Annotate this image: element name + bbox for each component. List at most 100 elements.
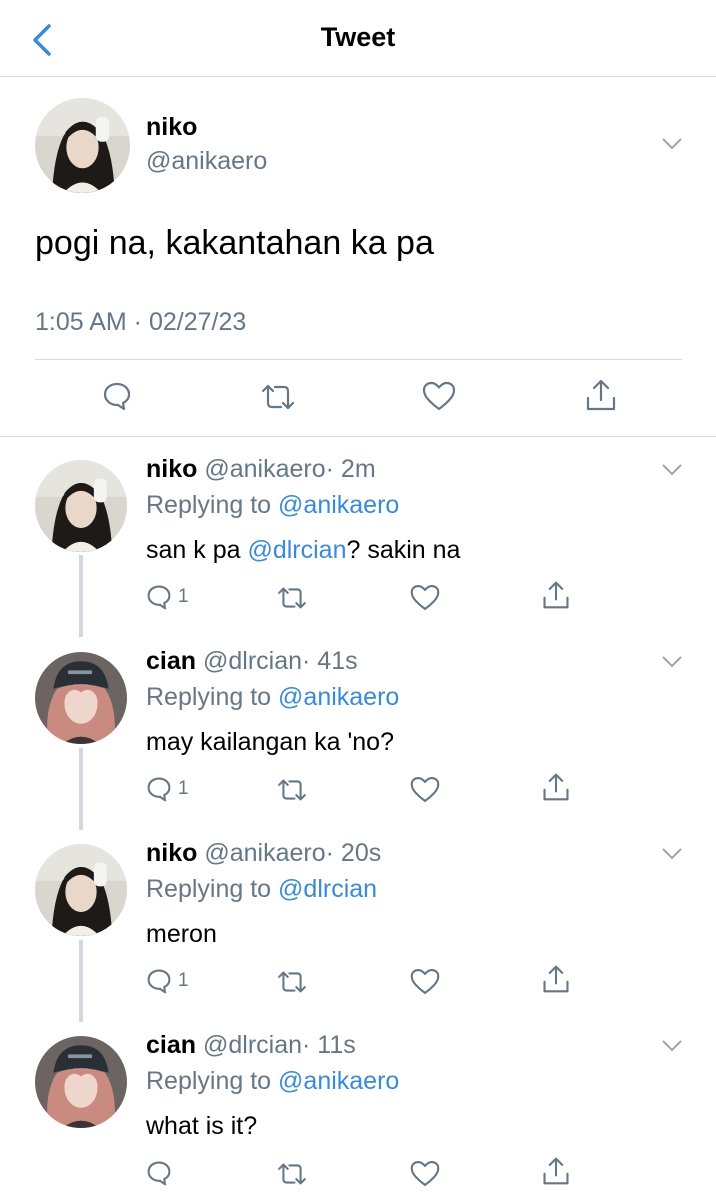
chevron-down-icon: [662, 848, 682, 860]
share-icon: [543, 581, 569, 609]
chevron-down-icon: [662, 1040, 682, 1052]
comment-icon: [147, 969, 171, 994]
reply-header: cian @dlrcian· 11s: [146, 1031, 356, 1060]
chevron-down-icon: [662, 464, 682, 476]
thread-line: [79, 748, 83, 830]
retweet-button[interactable]: [259, 383, 297, 411]
share-icon: [543, 773, 569, 801]
more-options-button[interactable]: [657, 134, 687, 154]
heart-icon: [410, 584, 440, 611]
more-options-button[interactable]: [657, 652, 687, 672]
reply-button[interactable]: [102, 381, 132, 411]
reply-header: niko @anikaero· 2m: [146, 455, 376, 484]
retweet-icon: [261, 384, 295, 410]
comment-icon: [147, 585, 171, 610]
reply-time: · 11s: [302, 1031, 356, 1059]
reply-header: cian @dlrcian· 41s: [146, 647, 358, 676]
comment-icon: [147, 777, 171, 802]
avatar[interactable]: [35, 844, 127, 936]
retweet-icon: [278, 971, 306, 993]
like-button[interactable]: [422, 381, 456, 411]
chevron-down-icon: [662, 656, 682, 668]
reply-time: · 20s: [325, 839, 382, 867]
retweet-button[interactable]: [275, 778, 309, 802]
share-button[interactable]: [541, 1156, 571, 1186]
reply-text: meron: [146, 920, 217, 948]
tweet-timestamp[interactable]: 1:05 AM · 02/27/23: [35, 308, 246, 337]
author-name[interactable]: niko: [146, 113, 197, 142]
divider: [35, 359, 682, 360]
avatar[interactable]: [35, 98, 130, 193]
avatar[interactable]: [35, 1036, 127, 1128]
replying-to-label: Replying to: [146, 875, 272, 903]
retweet-icon: [278, 587, 306, 609]
page-title: Tweet: [320, 22, 396, 52]
like-button[interactable]: [410, 968, 440, 995]
reply-button[interactable]: 1: [146, 584, 189, 610]
thread-line: [79, 940, 83, 1022]
author-name[interactable]: niko: [146, 455, 197, 483]
reply-button[interactable]: 1: [146, 968, 189, 994]
reply-text: may kailangan ka 'no?: [146, 728, 394, 756]
heart-icon: [410, 776, 440, 803]
reply-header: niko @anikaero· 20s: [146, 839, 381, 868]
replying-to-link[interactable]: @dlrcian: [278, 875, 377, 903]
comment-icon: [147, 1161, 171, 1186]
replying-to: Replying to @anikaero: [146, 683, 399, 712]
replying-to: Replying to @anikaero: [146, 491, 399, 520]
comment-icon: [103, 382, 131, 411]
author-handle[interactable]: @anikaero: [204, 839, 325, 867]
tweet-text: pogi na, kakantahan ka pa: [35, 224, 434, 262]
reply-count: 1: [178, 970, 189, 991]
avatar[interactable]: [35, 460, 127, 552]
mention-link[interactable]: @dlrcian: [247, 536, 346, 564]
replying-to: Replying to @anikaero: [146, 1067, 399, 1096]
replying-to-label: Replying to: [146, 491, 272, 519]
replying-to-label: Replying to: [146, 683, 272, 711]
retweet-button[interactable]: [275, 1162, 309, 1186]
like-button[interactable]: [410, 584, 440, 611]
more-options-button[interactable]: [657, 460, 687, 480]
reply-count: 1: [178, 778, 189, 799]
more-options-button[interactable]: [657, 844, 687, 864]
replying-to: Replying to @dlrcian: [146, 875, 377, 904]
retweet-button[interactable]: [275, 970, 309, 994]
share-button[interactable]: [541, 964, 571, 994]
share-button[interactable]: [541, 580, 571, 610]
share-button[interactable]: [541, 772, 571, 802]
reply-time: · 2m: [325, 455, 376, 483]
share-icon: [543, 965, 569, 993]
replying-to-link[interactable]: @anikaero: [278, 683, 399, 711]
app-header: Tweet: [0, 0, 716, 77]
author-handle[interactable]: @dlrcian: [203, 1031, 302, 1059]
share-icon: [586, 379, 616, 411]
reply-time: · 41s: [302, 647, 358, 675]
author-handle[interactable]: @anikaero: [204, 455, 325, 483]
replying-to-link[interactable]: @anikaero: [278, 1067, 399, 1095]
reply-text-before: san k pa: [146, 536, 241, 564]
retweet-button[interactable]: [275, 586, 309, 610]
author-name[interactable]: niko: [146, 839, 197, 867]
chevron-down-icon: [662, 138, 682, 150]
reply-button[interactable]: 1: [146, 776, 189, 802]
thread-line: [79, 555, 83, 637]
share-button[interactable]: [584, 378, 618, 412]
avatar[interactable]: [35, 652, 127, 744]
like-button[interactable]: [410, 1160, 440, 1187]
retweet-icon: [278, 779, 306, 801]
retweet-icon: [278, 1163, 306, 1185]
reply-button[interactable]: [146, 1160, 178, 1186]
heart-icon: [422, 381, 456, 411]
author-handle[interactable]: @anikaero: [146, 147, 267, 176]
replying-to-label: Replying to: [146, 1067, 272, 1095]
reply-count: 1: [178, 586, 189, 607]
more-options-button[interactable]: [657, 1036, 687, 1056]
replying-to-link[interactable]: @anikaero: [278, 491, 399, 519]
author-name[interactable]: cian: [146, 1031, 196, 1059]
like-button[interactable]: [410, 776, 440, 803]
author-name[interactable]: cian: [146, 647, 196, 675]
author-handle[interactable]: @dlrcian: [203, 647, 302, 675]
reply-text: san k pa @dlrcian? sakin na: [146, 536, 460, 565]
heart-icon: [410, 1160, 440, 1187]
reply-text: what is it?: [146, 1112, 258, 1140]
